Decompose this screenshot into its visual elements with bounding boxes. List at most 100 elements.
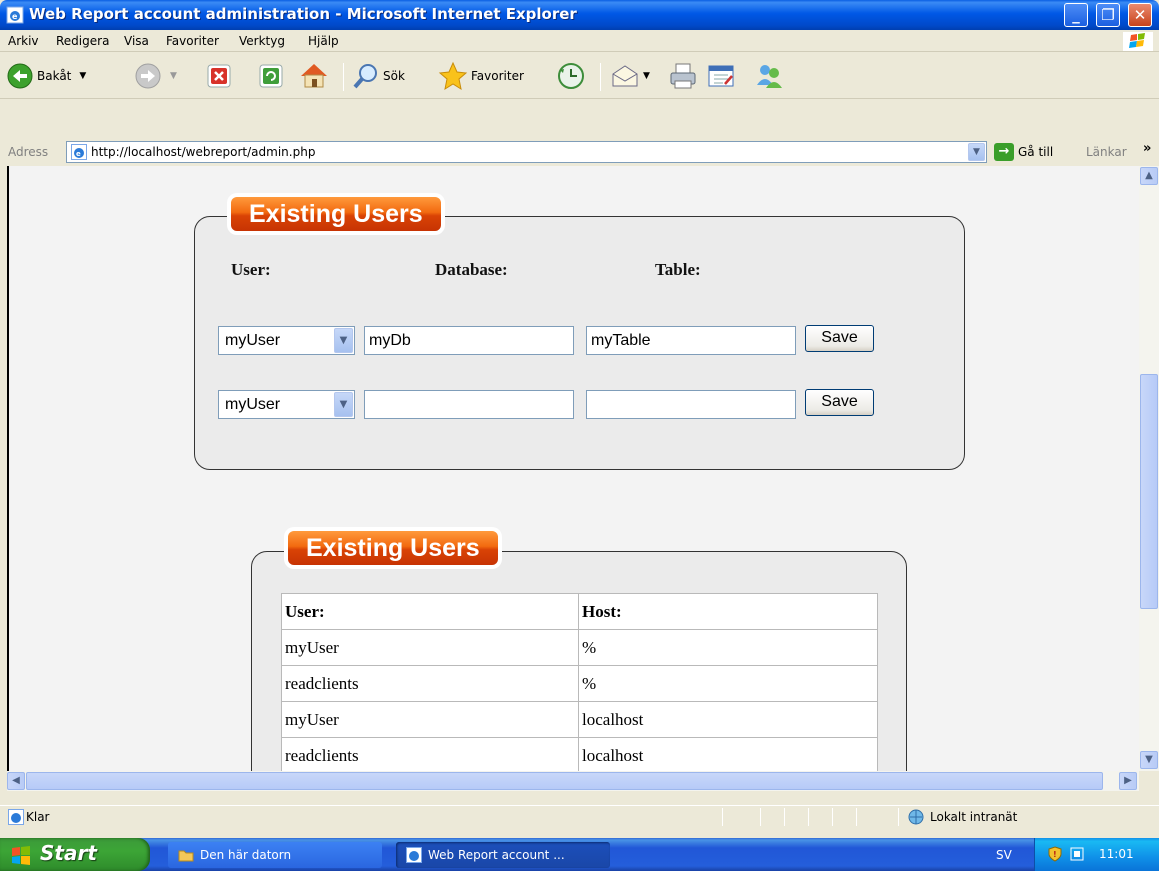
table-row: myUser % [281,629,878,666]
favorites-button[interactable]: Favoriter [438,61,524,91]
search-icon [353,64,377,89]
forward-button[interactable]: ▼ [134,61,177,91]
user-select[interactable]: myUser ▼ [218,390,355,419]
menu-arkiv[interactable]: Arkiv [8,34,39,48]
status-text: Klar [26,810,50,824]
scroll-down-icon[interactable]: ▼ [1140,751,1158,769]
menu-verktyg[interactable]: Verktyg [239,34,285,48]
close-icon: ✕ [1133,6,1147,24]
status-divider [808,808,809,826]
table-row: readclients localhost [281,737,878,771]
svg-text:!: ! [1053,850,1057,859]
mail-dropdown-icon[interactable]: ▼ [643,71,650,81]
go-button[interactable]: → Gå till [994,142,1053,162]
taskbar-item-den-har-datorn[interactable]: Den här datorn [168,842,382,868]
cell-user: readclients [281,737,579,771]
stop-icon [207,64,231,88]
scrollbar-corner [1139,771,1159,791]
print-button[interactable] [668,61,698,91]
close-button[interactable]: ✕ [1128,3,1152,27]
refresh-button[interactable] [258,61,284,91]
scroll-up-icon[interactable]: ▲ [1140,167,1158,185]
user-host-panel: User: Host: myUser % readclients % myUse… [251,551,907,771]
clock: 11:01 [1099,847,1134,861]
search-label: Sök [383,69,405,83]
user-select[interactable]: myUser ▼ [218,326,355,355]
vertical-scrollbar[interactable]: ▲ ▼ [1139,166,1159,771]
go-arrow-icon: → [994,143,1014,161]
taskbar-item-web-report[interactable]: Web Report account ... [396,842,610,868]
address-dropdown-icon[interactable]: ▼ [968,143,985,161]
intranet-zone-icon [908,809,924,825]
address-bar: Adress e http://localhost/webreport/admi… [0,140,1159,164]
printer-icon [670,63,696,89]
task-label: Den här datorn [200,848,292,862]
links-chevron-icon[interactable]: » [1143,141,1151,156]
edit-button[interactable] [706,61,736,91]
history-icon [558,63,584,89]
menu-bar: Arkiv Redigera Visa Favoriter Verktyg Hj… [0,30,1159,52]
home-button[interactable] [298,61,330,91]
address-input[interactable]: e http://localhost/webreport/admin.php ▼ [66,141,987,163]
star-icon [438,61,468,91]
status-divider [856,808,857,826]
minimize-icon: _ [1072,6,1080,24]
restore-icon: ❐ [1101,6,1115,24]
database-input[interactable] [364,390,574,419]
stop-button[interactable] [206,61,232,91]
start-button[interactable]: Start [0,838,150,871]
database-input[interactable]: myDb [364,326,574,355]
menu-visa[interactable]: Visa [124,34,149,48]
table-input[interactable]: myTable [586,326,796,355]
save-button[interactable]: Save [805,325,874,352]
user-host-table: User: Host: myUser % readclients % myUse… [281,593,878,771]
svg-text:e: e [12,12,18,21]
history-button[interactable] [556,61,586,91]
language-indicator[interactable]: SV [996,848,1012,862]
maximize-button[interactable]: ❐ [1096,3,1120,27]
page-icon: e [71,144,87,160]
horizontal-scrollbar[interactable]: ◀ ▶ [7,771,1139,791]
chevron-down-icon[interactable]: ▼ [334,328,353,353]
cell-user: readclients [281,665,579,702]
task-label: Web Report account ... [428,848,565,862]
save-button[interactable]: Save [805,389,874,416]
menu-hjalp[interactable]: Hjälp [308,34,339,48]
status-divider [722,808,723,826]
table-row: myUser localhost [281,701,878,738]
menu-redigera[interactable]: Redigera [56,34,109,48]
minimize-button[interactable]: _ [1064,3,1088,27]
cell-host: localhost [578,701,878,738]
toolbar-separator [600,63,601,91]
panel-title: Existing Users [288,531,498,565]
search-button[interactable]: Sök [352,61,405,91]
network-icon[interactable] [1069,846,1085,862]
chevron-down-icon[interactable]: ▼ [334,392,353,417]
scroll-left-icon[interactable]: ◀ [7,772,25,790]
horizontal-scroll-thumb[interactable] [26,772,1103,790]
address-label: Adress [8,145,49,159]
scroll-right-icon[interactable]: ▶ [1119,772,1137,790]
toolbar-separator [343,63,344,91]
system-tray: ! 11:01 [1034,838,1159,871]
security-shield-icon[interactable]: ! [1047,846,1063,862]
start-label: Start [40,841,97,865]
table-input[interactable] [586,390,796,419]
page-done-icon [8,809,24,825]
cell-host: localhost [578,737,878,771]
home-icon [301,64,327,88]
vertical-scroll-thumb[interactable] [1140,374,1158,609]
cell-host: % [578,629,878,666]
ie-logo-icon [406,847,422,863]
back-dropdown-icon[interactable]: ▼ [79,71,86,81]
messenger-button[interactable] [754,61,784,91]
header-host: Host: [578,593,878,630]
links-label[interactable]: Länkar [1086,145,1127,159]
back-button[interactable]: Bakåt ▼ [6,61,86,91]
menu-favoriter[interactable]: Favoriter [166,34,219,48]
forward-dropdown-icon[interactable]: ▼ [170,71,177,81]
cell-host: % [578,665,878,702]
status-bar: Klar Lokalt intranät [0,805,1159,827]
user-select-value: myUser [225,332,281,349]
mail-button[interactable]: ▼ [610,61,650,91]
